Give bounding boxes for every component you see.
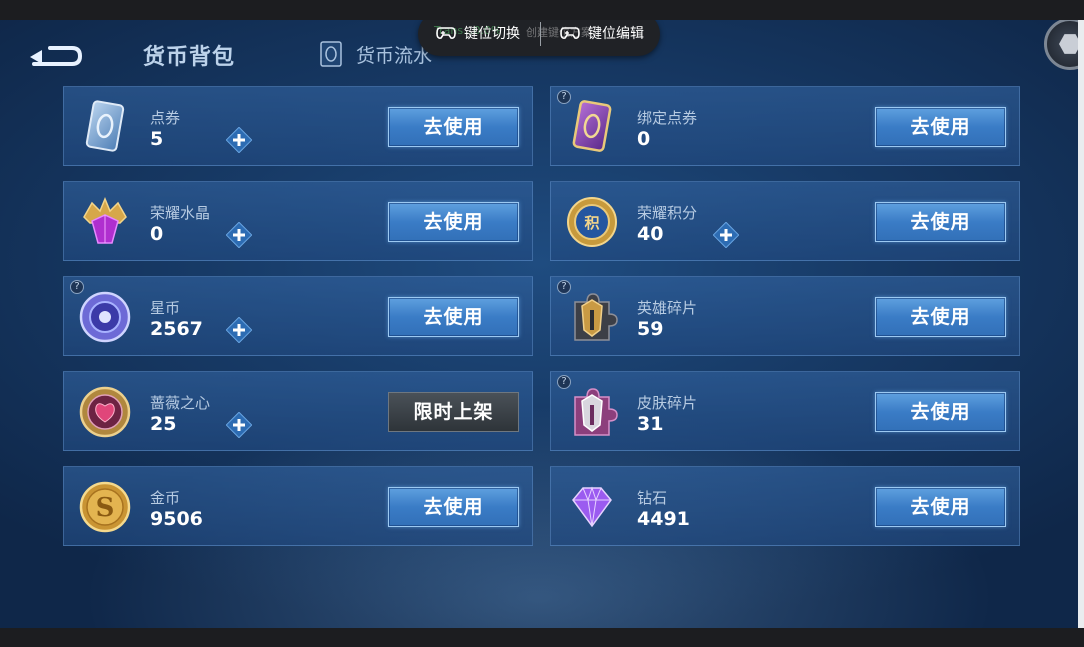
gamepad-icon [560,27,580,39]
currency-name: 皮肤碎片 [637,394,698,412]
use-button[interactable]: 去使用 [388,487,519,527]
window-top-strip [0,0,1084,20]
page-title: 货币背包 [143,45,236,70]
star-coin-icon [79,291,131,343]
add-glory-points-button[interactable] [713,222,739,248]
currency-name: 绑定点券 [637,109,698,127]
currency-backpack-screen: 货币背包 货币流水 Trans...0.0% 创建键位方案 键位切换 键位编辑 … [0,20,1078,628]
key-switch-button[interactable]: 键位切换 [436,23,520,43]
bound-voucher-card-icon [572,100,612,152]
add-voucher-button[interactable] [226,127,252,153]
gold-coin-icon: S [79,481,131,533]
currency-amount: 59 [637,318,664,340]
currency-name: 荣耀水晶 [150,204,211,222]
add-glory-crystal-button[interactable] [226,222,252,248]
key-edit-button[interactable]: 键位编辑 [560,23,644,43]
use-button[interactable]: 去使用 [875,487,1006,527]
currency-amount: 9506 [150,508,203,530]
currency-card-glory-points: 积 荣耀积分 40 去使用 [550,181,1020,261]
tab-currency-flow[interactable]: 货币流水 [320,39,432,69]
glory-points-icon: 积 [567,197,617,247]
key-mapping-overlay: Trans...0.0% 创建键位方案 键位切换 键位编辑 [418,20,660,56]
currency-card-skin-fragment: ? 皮肤碎片 31 去使用 [550,371,1020,451]
currency-amount: 5 [150,128,164,150]
window-right-edge [1078,20,1084,628]
currency-card-bound-voucher: ? 绑定点券 0 去使用 [550,86,1020,166]
diamond-icon [572,486,612,528]
back-arrow-icon [30,46,83,66]
currency-name: 荣耀积分 [637,204,698,222]
currency-name: 钻石 [637,489,668,507]
skin-fragment-icon [574,388,618,436]
currency-card-rose-heart: 蔷薇之心 25 限时上架 [63,371,533,451]
settings-button[interactable] [1044,20,1078,70]
svg-text:S: S [96,493,115,523]
currency-card-gold-coin: S 金币 9506 去使用 [63,466,533,546]
use-button[interactable]: 去使用 [875,107,1006,147]
window-bottom-strip [0,628,1084,647]
overlay-divider [540,22,541,46]
currency-amount: 31 [637,413,664,435]
currency-name: 星币 [150,299,181,317]
currency-amount: 4491 [637,508,690,530]
back-button[interactable] [28,40,84,70]
voucher-card-icon [85,100,125,152]
currency-name: 点券 [150,109,181,127]
currency-amount: 40 [637,223,664,245]
glory-crystal-icon [83,197,127,244]
currency-name: 蔷薇之心 [150,394,211,412]
limited-time-button[interactable]: 限时上架 [388,392,519,432]
use-button[interactable]: 去使用 [388,107,519,147]
key-switch-label: 键位切换 [464,26,520,42]
currency-card-star-coin: ? 星币 2567 去使用 [63,276,533,356]
currency-amount: 0 [150,223,164,245]
currency-card-hero-fragment: ? 英雄碎片 59 去使用 [550,276,1020,356]
currency-card-voucher: 点券 5 去使用 [63,86,533,166]
currency-card-glory-crystal: 荣耀水晶 0 去使用 [63,181,533,261]
currency-amount: 0 [637,128,651,150]
hero-fragment-icon [574,293,618,341]
use-button[interactable]: 去使用 [388,297,519,337]
add-rose-heart-button[interactable] [226,412,252,438]
currency-amount: 2567 [150,318,203,340]
gamepad-icon [436,27,456,39]
currency-amount: 25 [150,413,177,435]
currency-name: 金币 [150,489,181,507]
use-button[interactable]: 去使用 [388,202,519,242]
svg-text:积: 积 [584,214,599,232]
rose-heart-icon [79,386,131,438]
use-button[interactable]: 去使用 [875,392,1006,432]
gear-icon [1059,34,1078,54]
currency-name: 英雄碎片 [637,299,698,317]
key-edit-label: 键位编辑 [588,26,644,42]
currency-flow-icon [320,41,342,67]
use-button[interactable]: 去使用 [875,297,1006,337]
use-button[interactable]: 去使用 [875,202,1006,242]
currency-card-diamond: 钻石 4491 去使用 [550,466,1020,546]
add-star-coin-button[interactable] [226,317,252,343]
